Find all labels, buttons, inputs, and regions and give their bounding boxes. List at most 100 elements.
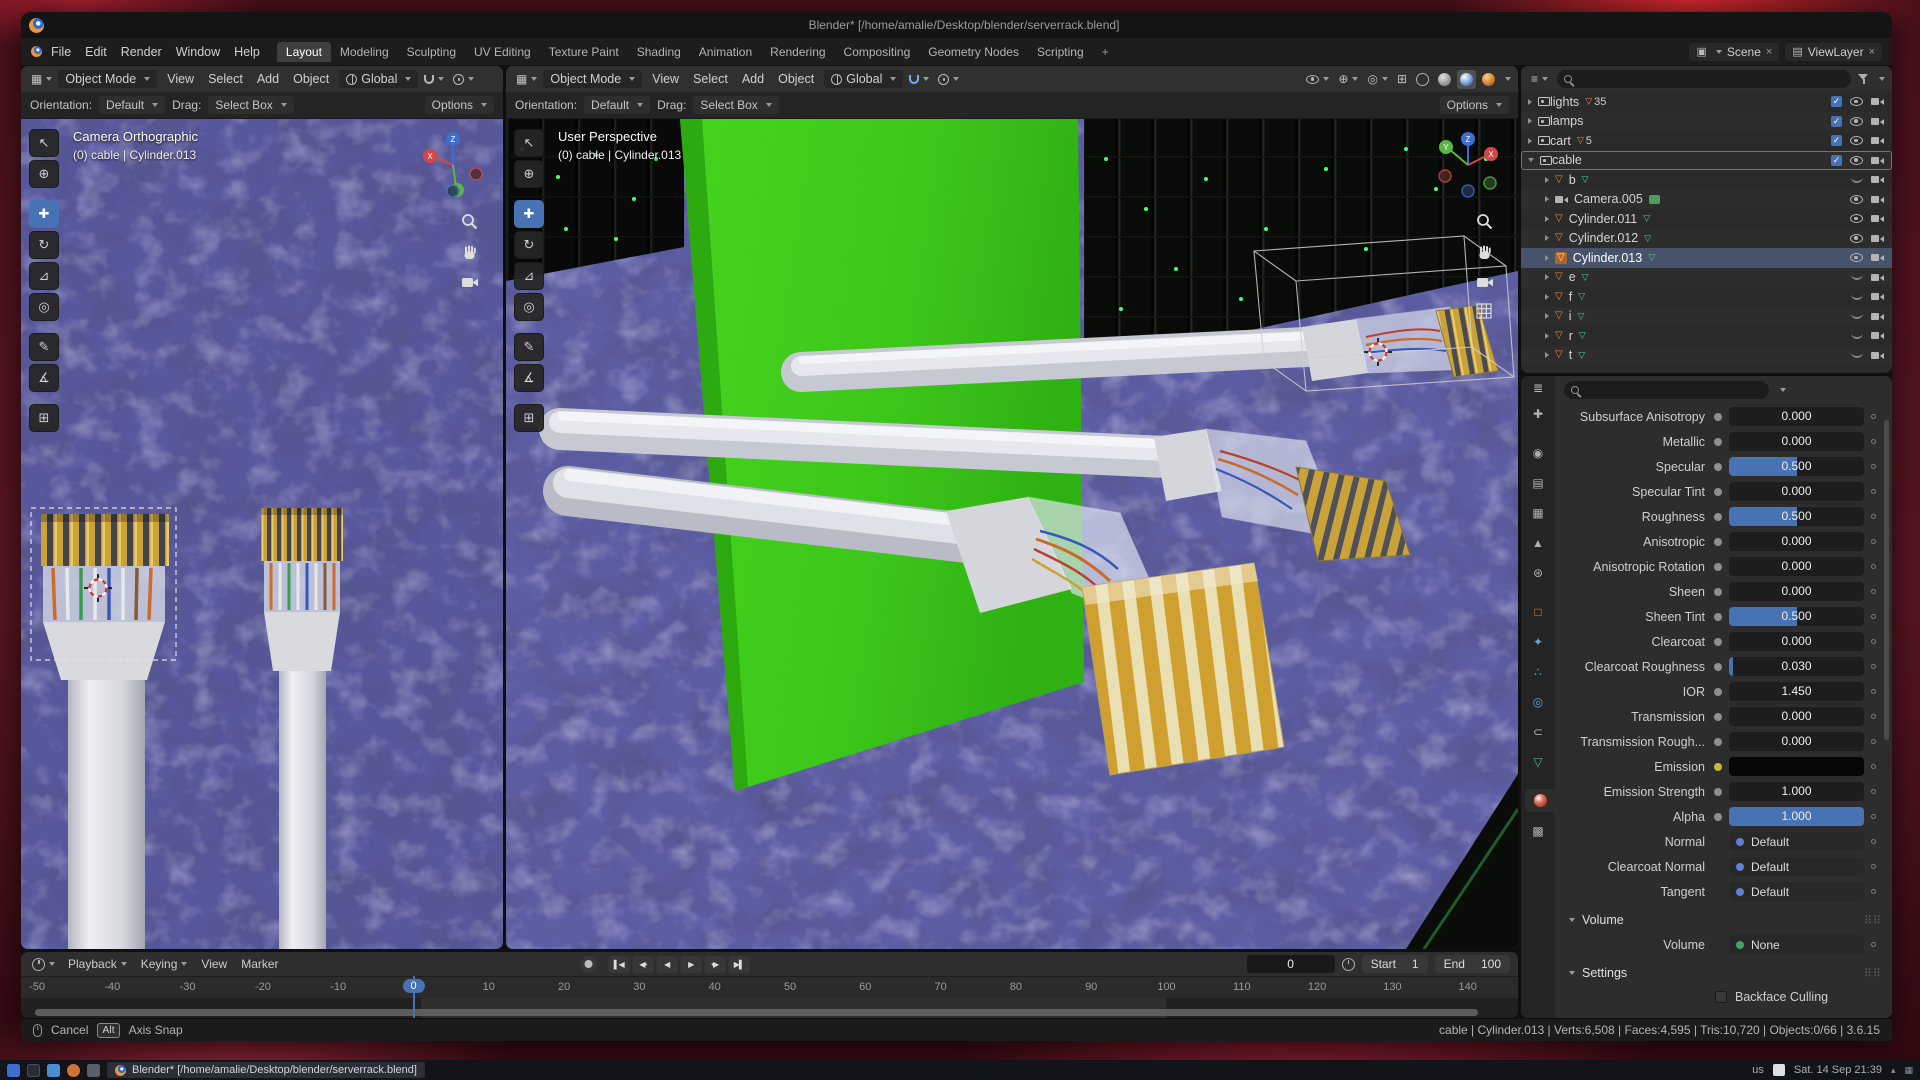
options-dropdown[interactable]: Options [425,96,494,114]
outliner-item-r[interactable]: ▽r▽ [1521,326,1892,346]
play-reverse-button[interactable]: ◀ [656,956,677,973]
orientation-default-dropdown[interactable]: Default [584,96,650,114]
timeline-scrollbar[interactable] [35,1009,1478,1016]
keyframe-dot[interactable] [1871,664,1876,669]
proportional-editing-icon[interactable] [450,74,477,85]
outliner-item-Camera.005[interactable]: Camera.005 [1521,190,1892,210]
tool-move-button[interactable]: ✚ [29,200,59,228]
orientation-default-dropdown[interactable]: Default [99,96,165,114]
filter-icon[interactable] [1857,73,1869,85]
shading-material-button[interactable] [1457,70,1476,89]
viewport-menu-object[interactable]: Object [771,70,821,88]
workspace-tab-shading[interactable]: Shading [628,42,690,62]
expand-arrow-icon[interactable] [1528,138,1532,144]
workspace-tab-modeling[interactable]: Modeling [331,42,398,62]
exclude-checkbox[interactable]: ✓ [1831,116,1842,127]
blender-menu-icon[interactable] [31,46,42,57]
keyboard-layout-indicator[interactable]: us [1752,1064,1764,1076]
field-ior[interactable]: 1.450 [1729,682,1864,701]
tray-workspace-icon[interactable]: ▦ [1904,1065,1913,1076]
tool-scale-button[interactable]: ⊿ [514,262,544,290]
keyframe-dot[interactable] [1871,414,1876,419]
workspace-tab-compositing[interactable]: Compositing [835,42,920,62]
workspace-tab-texture-paint[interactable]: Texture Paint [540,42,628,62]
disable-render-icon[interactable] [1871,136,1884,145]
disable-render-icon[interactable] [1871,156,1884,165]
camera-view-icon[interactable] [1476,275,1494,289]
play-button[interactable]: ▶ [680,956,701,973]
volume-field[interactable]: None [1729,935,1864,954]
eye-open-icon[interactable] [1850,253,1863,262]
gizmos-toggle-icon[interactable]: ⊕ [1335,72,1361,86]
properties-editor-icon[interactable]: ≣ [1530,381,1546,395]
ortho-grid-icon[interactable] [1476,303,1492,319]
exclude-checkbox[interactable]: ✓ [1831,155,1842,166]
outliner-item-e[interactable]: ▽e▽ [1521,268,1892,288]
expand-arrow-icon[interactable] [1545,313,1549,319]
jump-end-button[interactable]: ▶▌ [728,956,749,973]
filter-chevron-icon[interactable] [1879,77,1885,81]
tool-annotate-button[interactable]: ✎ [29,333,59,361]
viewport-menu-view[interactable]: View [160,70,201,88]
eye-open-icon[interactable] [1850,234,1863,243]
viewport-menu-select[interactable]: Select [686,70,735,88]
outliner-item-lamps[interactable]: lamps✓ [1521,112,1892,132]
tool-select-box-button[interactable]: ↖ [29,129,59,157]
viewport-menu-add[interactable]: Add [250,70,286,88]
keyframe-dot[interactable] [1871,764,1876,769]
workspace-tab-scripting[interactable]: Scripting [1028,42,1093,62]
eye-open-icon[interactable] [1850,214,1863,223]
outliner-item-Cylinder.012[interactable]: ▽Cylinder.012▽ [1521,229,1892,249]
outliner-item-b[interactable]: ▽b▽ [1521,170,1892,190]
eye-closed-icon[interactable] [1851,313,1863,319]
properties-tab-data[interactable]: ▽ [1524,750,1552,773]
viewport-canvas[interactable]: ↖⊕✚↻⊿◎✎∡⊞ Camera Orthographic (0) cable … [21,119,503,949]
workspace-tab-layout[interactable]: Layout [277,42,331,62]
properties-tab-modifiers[interactable]: ✦ [1524,630,1552,653]
tool-add-cube-button[interactable]: ⊞ [29,404,59,432]
field-transmission[interactable]: 0.000 [1729,707,1864,726]
disable-render-icon[interactable] [1871,351,1884,360]
expand-arrow-icon[interactable] [1528,158,1534,162]
properties-tab-render[interactable]: ◉ [1524,441,1552,464]
timeline-menu-keying[interactable]: Keying [134,956,195,972]
orientation-dropdown[interactable]: Global [824,70,903,88]
menu-help[interactable]: Help [227,43,267,61]
outliner-item-Cylinder.011[interactable]: ▽Cylinder.011▽ [1521,209,1892,229]
viewlayer-selector[interactable]: ▤ ViewLayer × [1785,43,1882,61]
proportional-editing-icon[interactable] [935,74,962,85]
pan-hand-icon[interactable] [461,244,478,261]
eye-closed-icon[interactable] [1851,294,1863,300]
outliner-search-input[interactable] [1557,70,1851,88]
editor-type-icon[interactable]: ▦ [28,72,55,86]
exclude-checkbox[interactable]: ✓ [1831,135,1842,146]
timeline-ruler[interactable]: 0 -50-40-30-20-1001020304050607080901001… [21,976,1518,998]
disable-render-icon[interactable] [1871,175,1884,184]
taskbar-clock[interactable]: Sat. 14 Sep 21:39 [1794,1064,1882,1076]
snap-magnet-icon[interactable] [906,75,932,84]
properties-tab-view-layer[interactable]: ▦ [1524,501,1552,524]
outliner-item-cart[interactable]: cart▽5✓ [1521,131,1892,151]
field-specular-tint[interactable]: 0.000 [1729,482,1864,501]
start-frame-field[interactable]: Start1 [1362,955,1428,973]
properties-tab-constraints[interactable]: ⊂ [1524,720,1552,743]
workspace-tab-geometry-nodes[interactable]: Geometry Nodes [919,42,1028,62]
menu-edit[interactable]: Edit [78,43,114,61]
navigation-gizmo[interactable]: Z X Y [415,127,491,203]
properties-tab-physics[interactable]: ◎ [1524,690,1552,713]
keyframe-dot[interactable] [1871,689,1876,694]
remove-viewlayer-icon[interactable]: × [1869,46,1875,58]
eye-closed-icon[interactable] [1851,274,1863,280]
navigation-gizmo[interactable]: Z X Y [1430,127,1506,203]
keyframe-dot[interactable] [1871,614,1876,619]
outliner-item-t[interactable]: ▽t▽ [1521,346,1892,366]
expand-arrow-icon[interactable] [1545,196,1549,202]
expand-arrow-icon[interactable] [1545,274,1549,280]
tool-measure-button[interactable]: ∡ [29,364,59,392]
tool-transform-button[interactable]: ◎ [514,293,544,321]
eye-open-icon[interactable] [1850,195,1863,204]
3d-scene-camera-view[interactable] [21,119,503,949]
expand-arrow-icon[interactable] [1545,177,1549,183]
tool-annotate-button[interactable]: ✎ [514,333,544,361]
hide-eye-icon[interactable] [1850,117,1863,126]
